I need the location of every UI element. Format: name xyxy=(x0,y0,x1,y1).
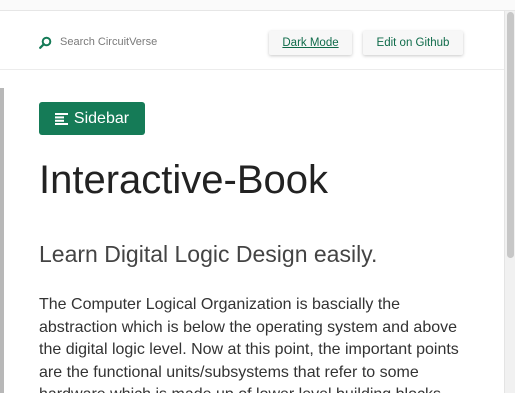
page: Search CircuitVerse Dark Mode Edit on Gi… xyxy=(0,0,515,393)
sidebar-toggle-button[interactable]: Sidebar xyxy=(39,102,145,135)
page-subtitle: Learn Digital Logic Design easily. xyxy=(39,241,378,267)
intro-paragraph: The Computer Logical Organization is bas… xyxy=(39,296,459,393)
left-border xyxy=(0,88,4,393)
menu-icon xyxy=(54,112,68,125)
search-icon xyxy=(39,36,52,49)
dark-mode-button[interactable]: Dark Mode xyxy=(269,31,352,55)
page-title: Interactive-Book xyxy=(39,158,329,202)
edit-on-github-button[interactable]: Edit on Github xyxy=(363,31,463,55)
sidebar-button-label: Sidebar xyxy=(73,109,130,127)
scrollbar[interactable] xyxy=(504,11,515,393)
scrollbar-thumb[interactable] xyxy=(507,12,514,258)
search-input[interactable]: Search CircuitVerse xyxy=(60,35,157,49)
top-strip xyxy=(0,0,515,11)
header-bar: Search CircuitVerse Dark Mode Edit on Gi… xyxy=(0,11,504,70)
search-bar[interactable]: Search CircuitVerse xyxy=(39,35,157,49)
